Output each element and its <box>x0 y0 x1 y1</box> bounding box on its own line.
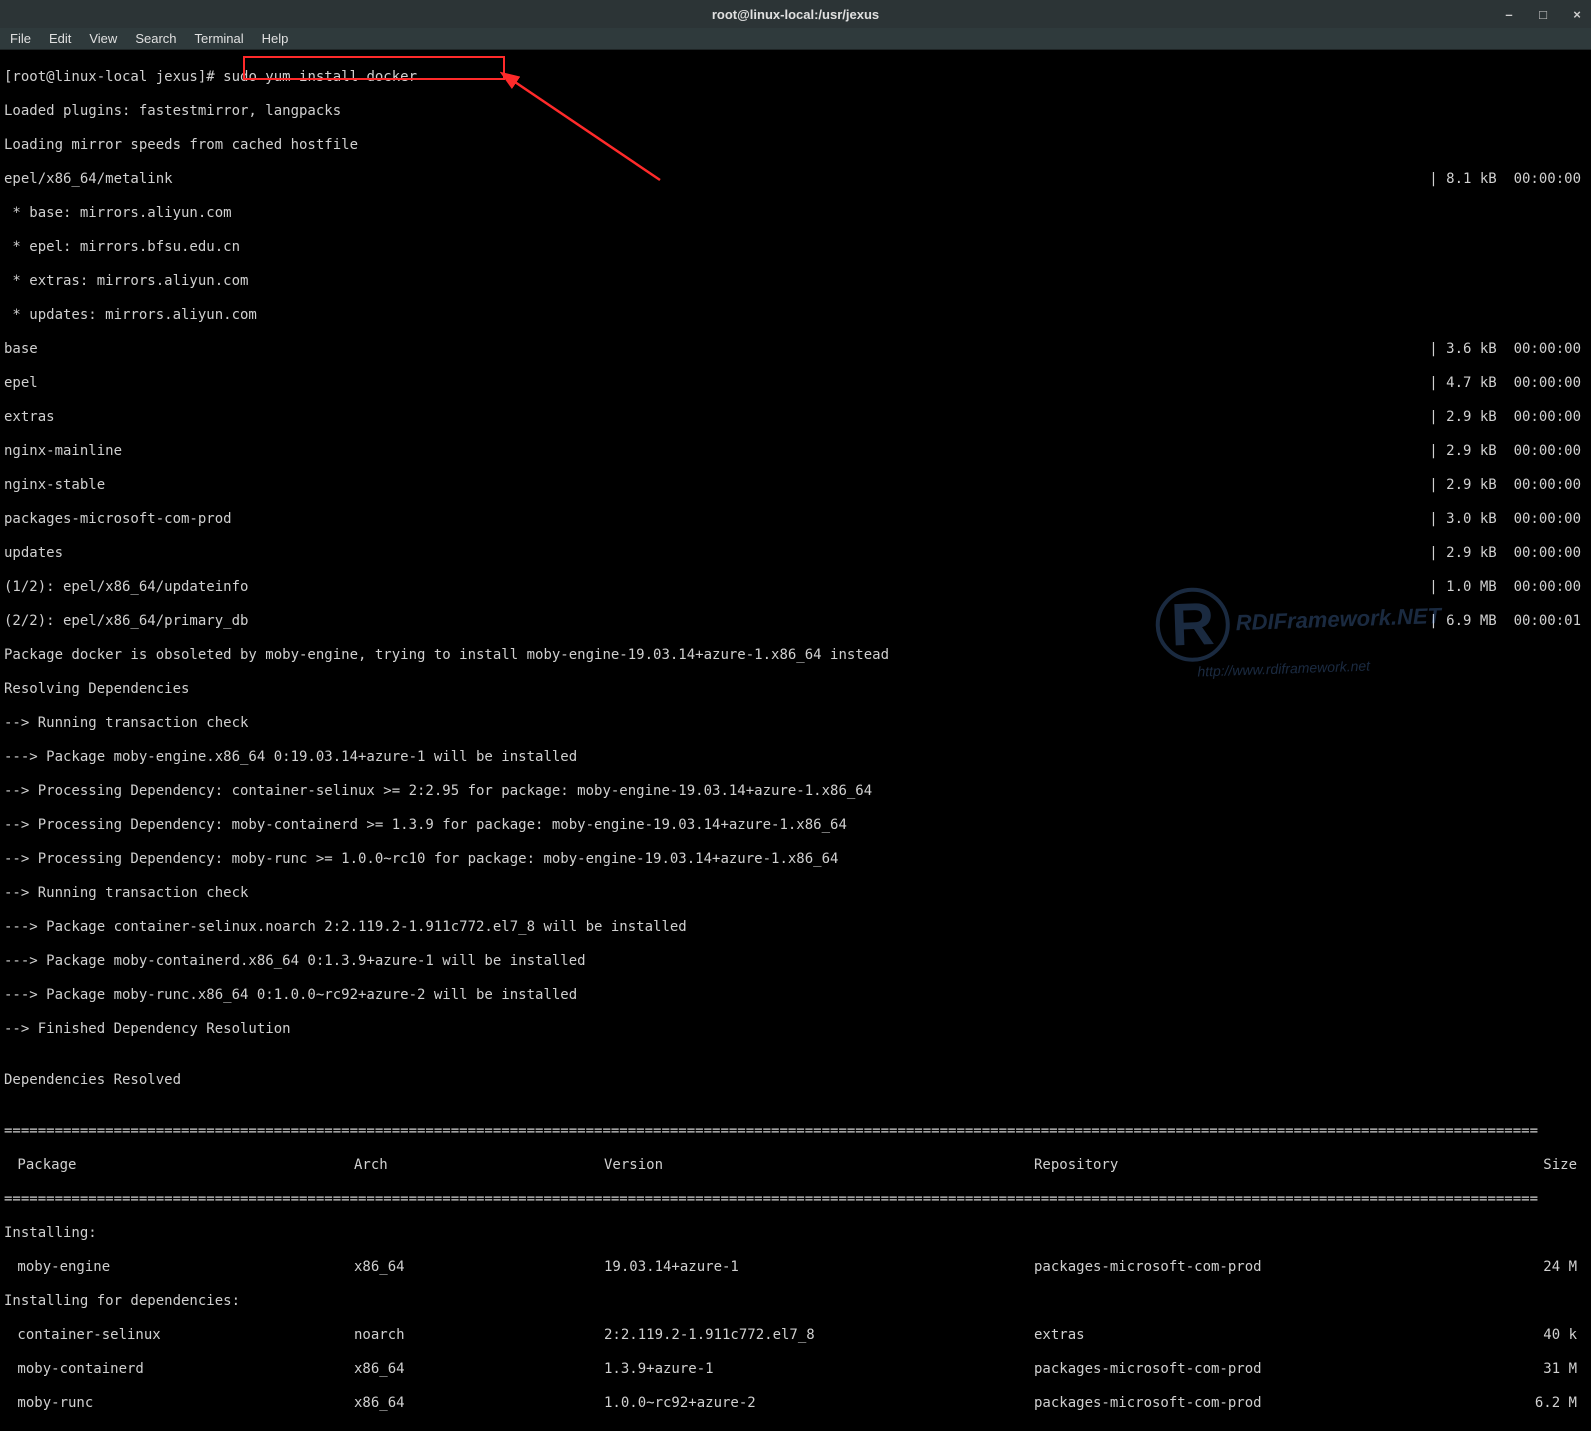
output-line: Package docker is obsoleted by moby-engi… <box>4 647 1587 664</box>
output-line: * extras: mirrors.aliyun.com <box>4 273 1587 290</box>
menu-bar: File Edit View Search Terminal Help <box>0 28 1591 50</box>
output-right: | 1.0 MB 00:00:00 <box>1429 579 1587 596</box>
output-right: | 2.9 kB 00:00:00 <box>1429 443 1587 460</box>
output-line: extras <box>4 409 55 426</box>
output-line: ---> Package moby-runc.x86_64 0:1.0.0~rc… <box>4 987 1587 1004</box>
prompt-prefix: [root@linux-local jexus]# <box>4 69 223 85</box>
output-line: --> Processing Dependency: container-sel… <box>4 783 1587 800</box>
output-right: | 2.9 kB 00:00:00 <box>1429 409 1587 426</box>
minimize-button[interactable]: – <box>1501 7 1517 22</box>
output-line: Loaded plugins: fastestmirror, langpacks <box>4 103 1587 120</box>
terminal-area[interactable]: [root@linux-local jexus]# sudo yum insta… <box>0 50 1591 1431</box>
installing-deps-label: Installing for dependencies: <box>4 1293 1587 1310</box>
output-line: updates <box>4 545 63 562</box>
output-line: epel/x86_64/metalink <box>4 171 173 188</box>
col-package: Package <box>4 1157 354 1174</box>
col-repository: Repository <box>1034 1157 1494 1174</box>
output-right: | 2.9 kB 00:00:00 <box>1429 477 1587 494</box>
output-right: | 3.6 kB 00:00:00 <box>1429 341 1587 358</box>
output-right: | 4.7 kB 00:00:00 <box>1429 375 1587 392</box>
menu-edit[interactable]: Edit <box>49 31 71 46</box>
output-line: epel <box>4 375 38 392</box>
output-line: --> Running transaction check <box>4 885 1587 902</box>
separator: ========================================… <box>4 1123 1587 1140</box>
separator: ========================================… <box>4 1191 1587 1208</box>
output-line: Dependencies Resolved <box>4 1072 1587 1089</box>
output-line: ---> Package moby-engine.x86_64 0:19.03.… <box>4 749 1587 766</box>
output-line: Loading mirror speeds from cached hostfi… <box>4 137 1587 154</box>
menu-help[interactable]: Help <box>262 31 289 46</box>
output-line: (1/2): epel/x86_64/updateinfo <box>4 579 248 596</box>
table-row: container-selinux noarch 2:2.119.2-1.911… <box>4 1327 1587 1344</box>
output-right: | 3.0 kB 00:00:00 <box>1429 511 1587 528</box>
table-row: moby-runc x86_64 1.0.0~rc92+azure-2 pack… <box>4 1395 1587 1412</box>
window-controls: – □ × <box>1501 0 1585 28</box>
table-row: moby-engine x86_64 19.03.14+azure-1 pack… <box>4 1259 1587 1276</box>
menu-search[interactable]: Search <box>135 31 176 46</box>
output-line: * base: mirrors.aliyun.com <box>4 205 1587 222</box>
output-line: Resolving Dependencies <box>4 681 1587 698</box>
output-line: ---> Package moby-containerd.x86_64 0:1.… <box>4 953 1587 970</box>
output-line: * epel: mirrors.bfsu.edu.cn <box>4 239 1587 256</box>
window-title: root@linux-local:/usr/jexus <box>712 7 879 22</box>
output-line: --> Processing Dependency: moby-runc >= … <box>4 851 1587 868</box>
output-right: | 2.9 kB 00:00:00 <box>1429 545 1587 562</box>
menu-file[interactable]: File <box>10 31 31 46</box>
window-titlebar: root@linux-local:/usr/jexus – □ × <box>0 0 1591 28</box>
output-line: base <box>4 341 38 358</box>
output-line: ---> Package container-selinux.noarch 2:… <box>4 919 1587 936</box>
output-line: --> Finished Dependency Resolution <box>4 1021 1587 1038</box>
output-line: nginx-stable <box>4 477 105 494</box>
output-right: | 8.1 kB 00:00:00 <box>1429 171 1587 188</box>
output-line: --> Processing Dependency: moby-containe… <box>4 817 1587 834</box>
maximize-button[interactable]: □ <box>1535 7 1551 22</box>
col-arch: Arch <box>354 1157 604 1174</box>
prompt-command: sudo yum install docker <box>223 69 417 85</box>
col-size: Size <box>1494 1157 1587 1174</box>
menu-view[interactable]: View <box>89 31 117 46</box>
table-row: moby-containerd x86_64 1.3.9+azure-1 pac… <box>4 1361 1587 1378</box>
installing-label: Installing: <box>4 1225 1587 1242</box>
output-line: packages-microsoft-com-prod <box>4 511 232 528</box>
close-button[interactable]: × <box>1569 7 1585 22</box>
output-line: nginx-mainline <box>4 443 122 460</box>
menu-terminal[interactable]: Terminal <box>195 31 244 46</box>
output-line: * updates: mirrors.aliyun.com <box>4 307 1587 324</box>
output-line: (2/2): epel/x86_64/primary_db <box>4 613 248 630</box>
output-right: | 6.9 MB 00:00:01 <box>1429 613 1587 630</box>
output-line: --> Running transaction check <box>4 715 1587 732</box>
col-version: Version <box>604 1157 1034 1174</box>
table-header: Package Arch Version Repository Size <box>4 1157 1587 1174</box>
